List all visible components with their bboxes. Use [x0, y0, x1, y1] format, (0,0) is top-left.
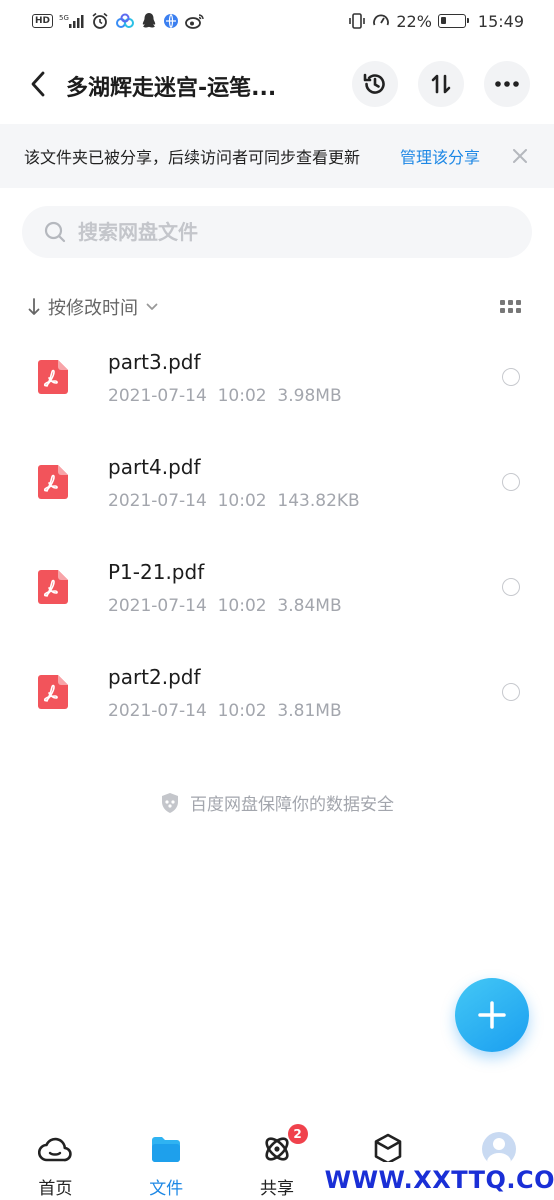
back-button[interactable] — [24, 68, 52, 100]
banner-close-button[interactable] — [509, 145, 531, 167]
pdf-file-icon — [38, 675, 68, 709]
file-name: part4.pdf — [108, 455, 201, 479]
search-bar[interactable] — [22, 206, 532, 258]
select-radio[interactable] — [502, 578, 520, 596]
nav-share-label: 共享 — [259, 1179, 294, 1199]
plus-icon — [478, 1001, 506, 1029]
file-meta: 2021-07-14 10:02 3.81MB — [108, 701, 342, 721]
nav-files-label: 文件 — [149, 1179, 184, 1199]
grid-view-button[interactable] — [500, 300, 522, 316]
battery-percent: 22% — [396, 11, 432, 31]
sort-selector[interactable]: 按修改时间 — [28, 292, 158, 322]
file-name: part3.pdf — [108, 350, 201, 374]
alarm-icon — [91, 12, 109, 30]
file-date: 2021-07-14 — [108, 596, 207, 616]
folder-icon — [149, 1132, 183, 1166]
nav-home-label: 首页 — [38, 1179, 73, 1199]
more-button[interactable] — [484, 61, 530, 107]
chevron-down-icon — [146, 303, 158, 310]
file-meta: 2021-07-14 10:02 143.82KB — [108, 491, 360, 511]
file-date: 2021-07-14 — [108, 386, 207, 406]
shield-icon — [162, 792, 178, 813]
transfer-icon — [431, 74, 451, 94]
select-radio[interactable] — [502, 368, 520, 386]
banner-text: 该文件夹已被分享，后续访问者可同步查看更新 — [24, 148, 361, 167]
history-icon — [363, 73, 385, 94]
safety-note: 百度网盘保障你的数据安全 — [0, 790, 554, 815]
file-list: part3.pdf 2021-07-14 10:02 3.98MB part4.… — [0, 330, 554, 750]
status-bar: HD 5G 22% 15:49 — [0, 0, 554, 42]
header: 多湖辉走迷宫-运笔... — [0, 56, 554, 112]
history-button[interactable] — [352, 61, 398, 107]
file-size: 143.82KB — [277, 491, 360, 511]
hd-indicator: HD — [32, 14, 54, 28]
safety-text: 百度网盘保障你的数据安全 — [190, 795, 394, 815]
avatar-icon — [481, 1132, 516, 1166]
file-time: 10:02 — [217, 386, 267, 406]
weibo-icon — [185, 12, 205, 30]
share-banner: 该文件夹已被分享，后续访问者可同步查看更新 管理该分享 — [0, 124, 554, 188]
chevron-left-icon — [31, 71, 45, 97]
network-type: 5G — [59, 14, 69, 22]
file-date: 2021-07-14 — [108, 491, 207, 511]
file-size: 3.81MB — [277, 701, 342, 721]
select-radio[interactable] — [502, 473, 520, 491]
file-row[interactable]: part4.pdf 2021-07-14 10:02 143.82KB — [0, 435, 554, 540]
browser-icon — [163, 12, 179, 30]
share-badge: 2 — [287, 1124, 308, 1144]
watermark: WWW.XXTTQ.COM — [325, 1162, 554, 1198]
nav-files[interactable]: 文件 — [111, 1120, 222, 1200]
baidu-netdisk-icon — [115, 12, 135, 30]
select-radio[interactable] — [502, 683, 520, 701]
cube-icon — [371, 1132, 405, 1166]
status-right: 22% 15:49 — [348, 12, 524, 31]
file-size: 3.84MB — [277, 596, 342, 616]
search-icon — [44, 221, 66, 243]
more-icon — [495, 81, 519, 87]
manage-share-link[interactable]: 管理该分享 — [400, 144, 480, 168]
file-time: 10:02 — [217, 701, 267, 721]
file-name: part2.pdf — [108, 665, 201, 689]
add-button[interactable] — [455, 978, 529, 1052]
close-icon — [513, 149, 527, 163]
file-date: 2021-07-14 — [108, 701, 207, 721]
arrow-down-icon — [28, 298, 40, 315]
sort-label: 按修改时间 — [48, 298, 138, 319]
cloud-icon — [38, 1132, 73, 1166]
file-row[interactable]: part3.pdf 2021-07-14 10:02 3.98MB — [0, 330, 554, 435]
search-input[interactable] — [78, 220, 498, 244]
signal-icon: 5G — [59, 12, 85, 30]
page-title: 多湖辉走迷宫-运笔... — [66, 76, 277, 101]
file-row[interactable]: P1-21.pdf 2021-07-14 10:02 3.84MB — [0, 540, 554, 645]
status-left: HD 5G — [32, 12, 205, 30]
qq-icon — [141, 12, 157, 30]
transfer-button[interactable] — [418, 61, 464, 107]
battery-fill — [440, 17, 446, 24]
file-meta: 2021-07-14 10:02 3.98MB — [108, 386, 342, 406]
battery-icon — [437, 14, 469, 28]
file-time: 10:02 — [217, 491, 267, 511]
file-meta: 2021-07-14 10:02 3.84MB — [108, 596, 342, 616]
file-time: 10:02 — [217, 596, 267, 616]
pdf-file-icon — [38, 465, 68, 499]
pdf-file-icon — [38, 360, 68, 394]
file-size: 3.98MB — [277, 386, 342, 406]
clock: 15:49 — [477, 11, 524, 31]
file-name: P1-21.pdf — [108, 560, 205, 584]
file-row[interactable]: part2.pdf 2021-07-14 10:02 3.81MB — [0, 645, 554, 750]
pdf-file-icon — [38, 570, 68, 604]
vibrate-icon — [348, 12, 366, 30]
nav-share[interactable]: 2 共享 — [222, 1120, 333, 1200]
nav-home[interactable]: 首页 — [0, 1120, 111, 1200]
speed-icon — [372, 12, 390, 30]
